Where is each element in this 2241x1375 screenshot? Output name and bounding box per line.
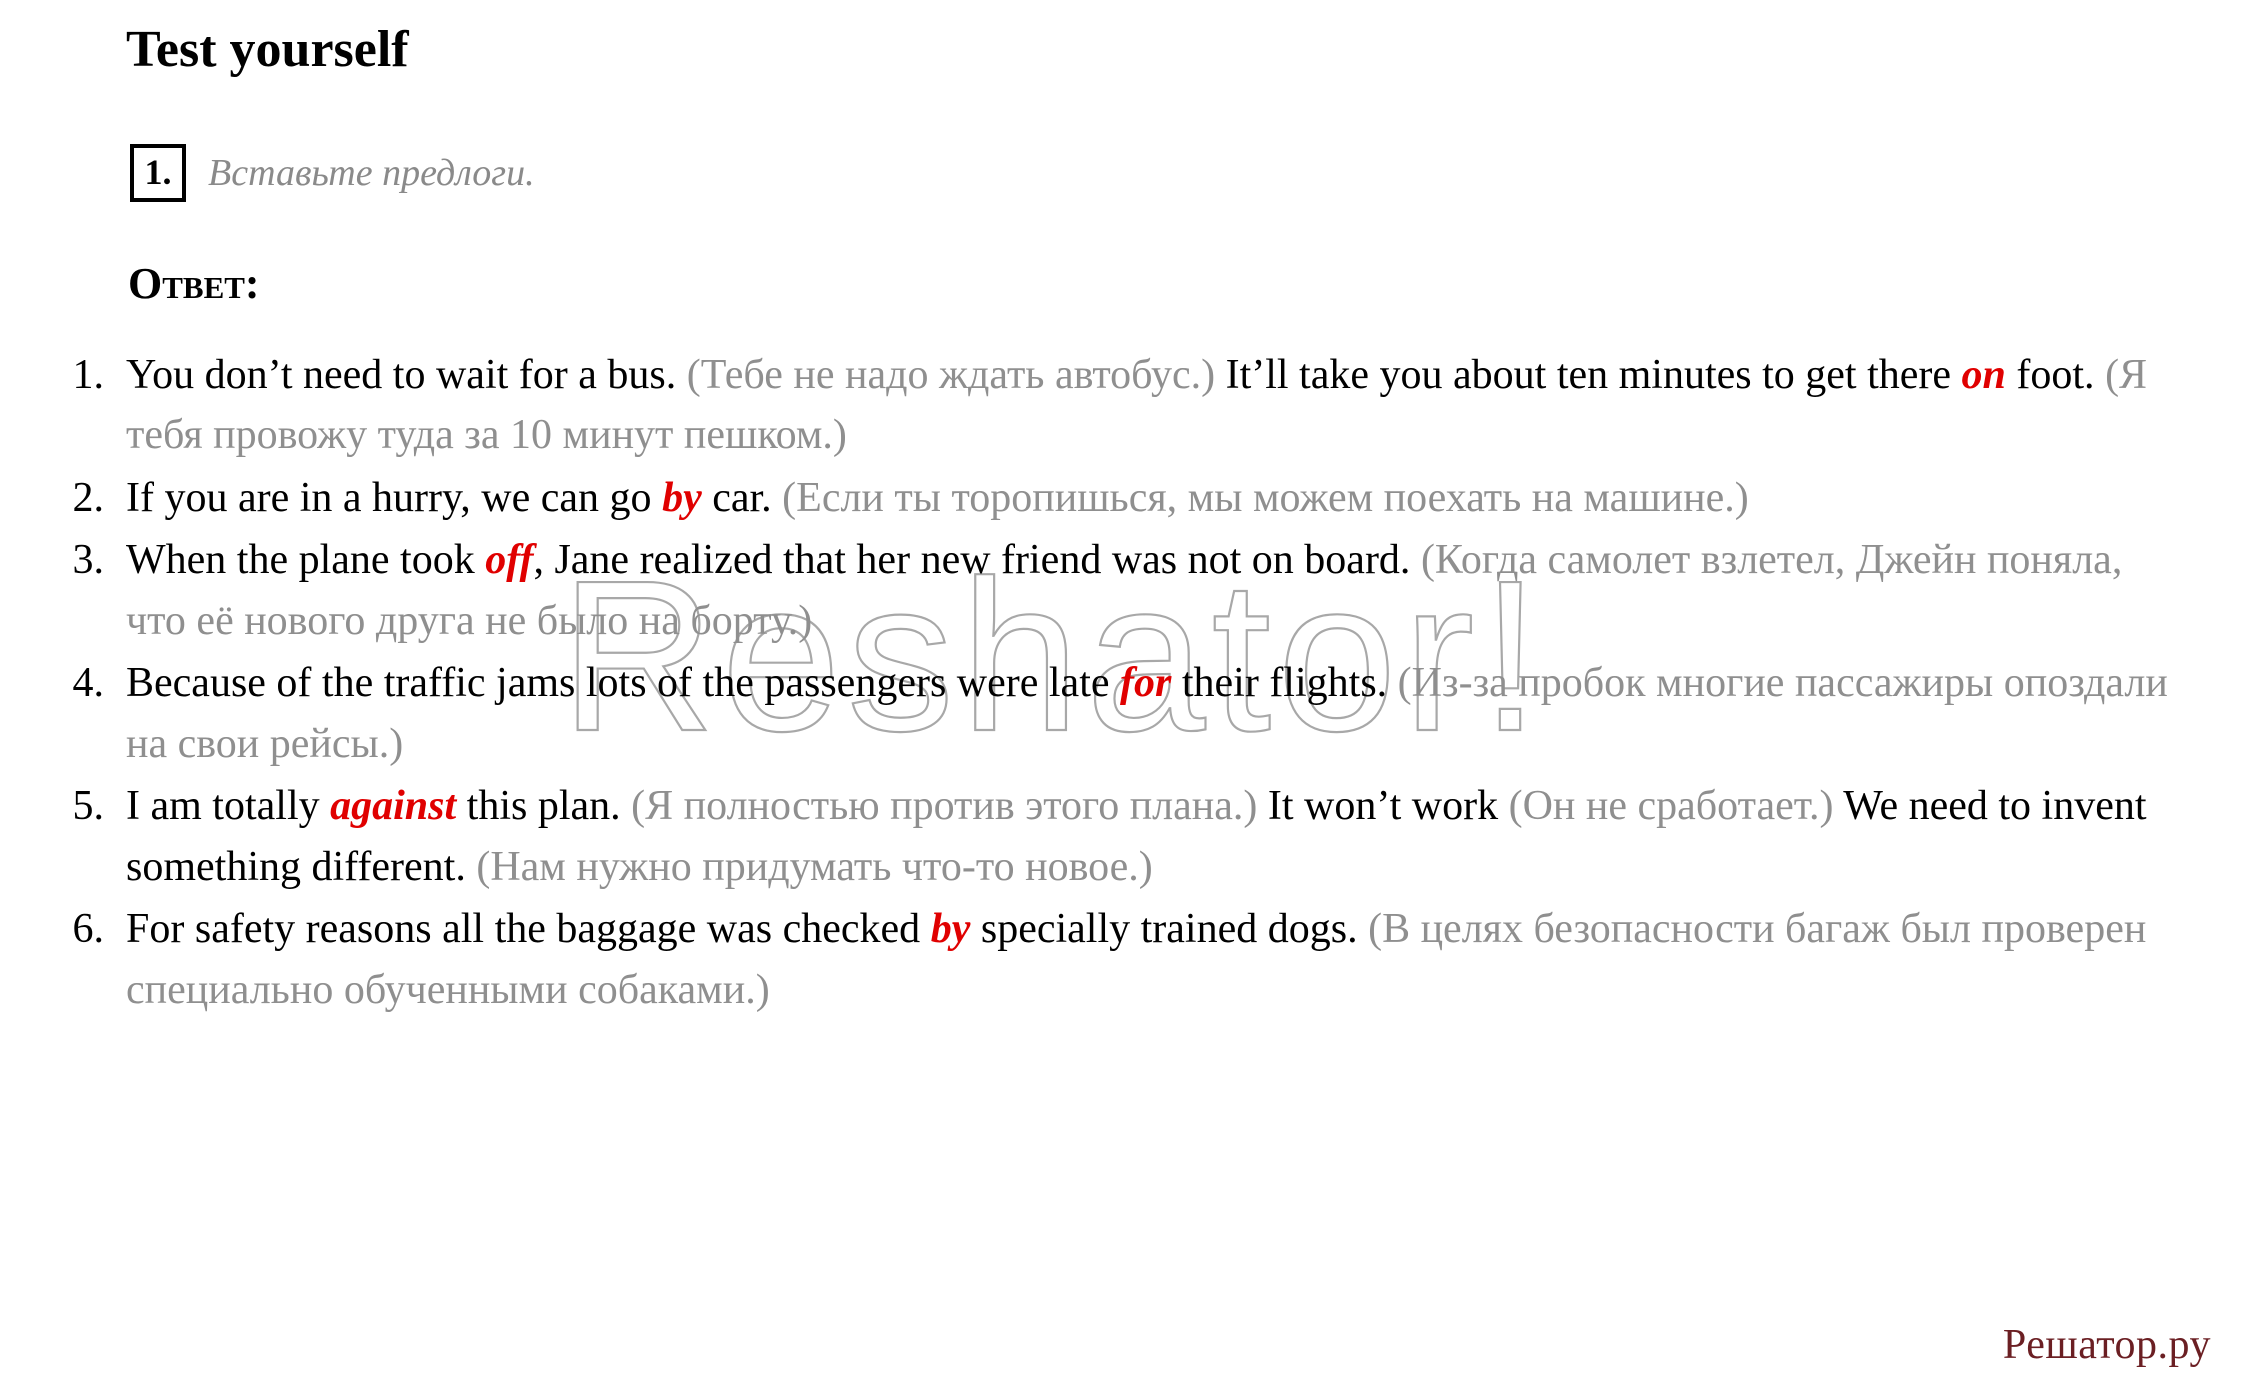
answer-marker: 4.: [72, 660, 105, 707]
task-header: 1. Вставьте предлоги.: [130, 144, 535, 202]
answer-key-word: for: [1120, 660, 1172, 707]
english-sentence: If you are in a hurry, we can go: [126, 474, 663, 521]
answer-key-word: against: [330, 783, 457, 830]
answer-key-word: on: [1961, 352, 2006, 398]
answer-text: Because of the traffic jams lots of the …: [126, 653, 2178, 774]
english-sentence: It won’t work: [1267, 783, 1509, 830]
answer-item: 3. When the plane took off, Jane realized…: [58, 530, 2178, 651]
answer-key-word: by: [662, 474, 702, 521]
page-title: Test yourself: [126, 21, 409, 78]
russian-translation: (Он не сработает.): [1508, 783, 1844, 830]
russian-translation: (Тебе не надо ждать автобус.): [686, 352, 1226, 398]
answer-key-word: off: [485, 537, 534, 584]
answer-marker: 2.: [72, 474, 105, 521]
answer-text: I am totally against this plan. (Я полно…: [126, 776, 2178, 897]
answer-text: You don’t need to wait for a bus. (Тебе …: [126, 345, 2178, 466]
english-sentence: foot.: [2005, 352, 2106, 398]
english-sentence: You don’t need to wait for a bus.: [126, 352, 687, 398]
answer-item: 2. If you are in a hurry, we can go by ca…: [58, 468, 2178, 528]
english-sentence: their flights.: [1171, 660, 1398, 707]
answer-marker: 3.: [72, 537, 105, 584]
english-sentence: this plan.: [456, 783, 632, 830]
english-sentence: specially trained dogs.: [970, 906, 1369, 953]
answer-item: 5. I am totally against this plan. (Я пол…: [58, 776, 2178, 897]
site-logo: Решатор.ру: [2002, 1322, 2211, 1368]
english-sentence: Because of the traffic jams lots of the …: [126, 660, 1121, 707]
task-number-box: 1.: [130, 144, 186, 202]
answer-item: 1. You don’t need to wait for a bus. (Теб…: [58, 345, 2178, 466]
answer-marker: 6.: [72, 906, 105, 953]
english-sentence: It’ll take you about ten minutes to get …: [1225, 352, 1962, 398]
english-sentence: car.: [701, 474, 783, 521]
russian-translation: (Если ты торопишься, мы можем поехать на…: [782, 474, 1749, 521]
answer-text: If you are in a hurry, we can go by car.…: [126, 468, 2178, 528]
answer-key-word: by: [930, 906, 971, 953]
russian-translation: (Нам нужно придумать что-то новое.): [476, 843, 1153, 890]
answer-marker: 1.: [72, 352, 105, 398]
russian-translation: (Я полностью против этого плана.): [631, 783, 1268, 830]
answer-item: 4. Because of the traffic jams lots of th…: [58, 653, 2178, 774]
answer-text: For safety reasons all the baggage was c…: [126, 899, 2178, 1020]
english-sentence: , Jane realized that her new friend was …: [533, 537, 1421, 584]
task-instruction: Вставьте предлоги.: [208, 152, 535, 194]
answer-label: Ответ:: [128, 259, 260, 308]
worksheet-page: Reshator! Test yourself 1. Вставьте пред…: [0, 0, 2241, 1375]
english-sentence: For safety reasons all the baggage was c…: [126, 906, 931, 953]
answer-marker: 5.: [72, 783, 105, 830]
english-sentence: When the plane took: [126, 537, 486, 584]
answer-list: 1. You don’t need to wait for a bus. (Теб…: [58, 345, 2178, 1022]
answer-text: When the plane took off, Jane realized t…: [126, 530, 2178, 651]
english-sentence: I am totally: [126, 783, 331, 830]
answer-item: 6. For safety reasons all the baggage was…: [58, 899, 2178, 1020]
